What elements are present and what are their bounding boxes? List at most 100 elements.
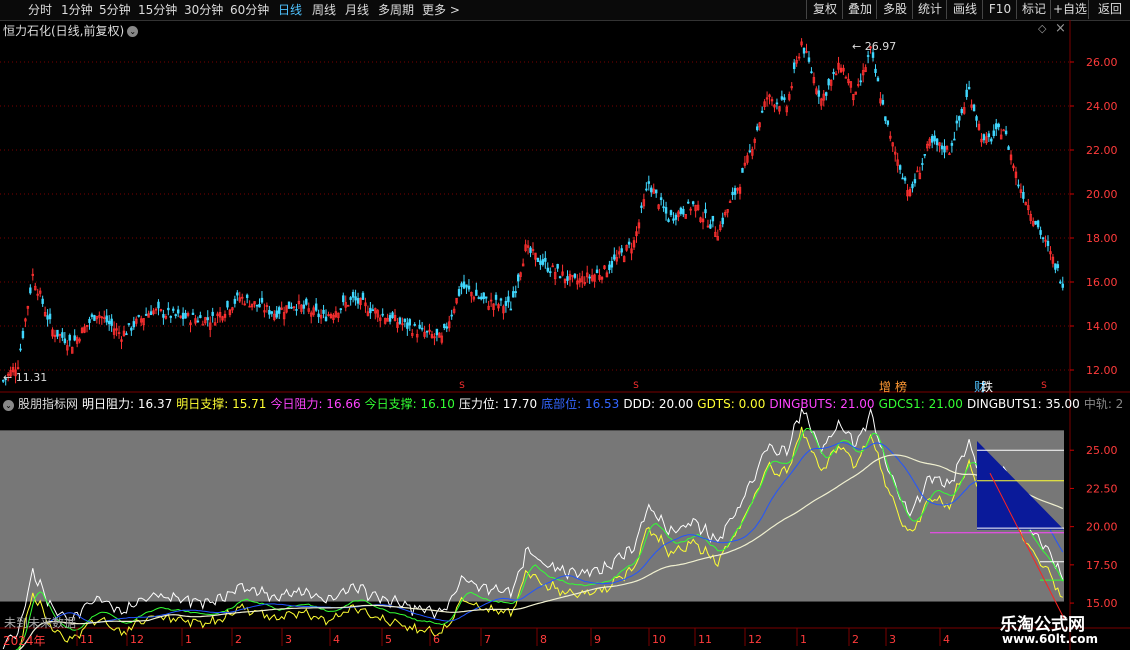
candle-body xyxy=(913,179,917,184)
candle-body xyxy=(295,309,298,311)
candle-body xyxy=(573,273,577,278)
candle-body xyxy=(930,136,934,143)
candle-body xyxy=(56,329,59,337)
candle-body xyxy=(943,146,946,153)
candle-body xyxy=(807,57,811,62)
month-label: 4 xyxy=(333,633,340,646)
candle-body xyxy=(46,315,49,320)
month-label: 6 xyxy=(433,633,440,646)
candle-body xyxy=(884,116,887,121)
candle-body xyxy=(130,327,133,331)
candle-body xyxy=(731,191,734,196)
candle-body xyxy=(206,317,209,321)
future-data-label: 未到未来数据 xyxy=(4,616,77,630)
candle-body xyxy=(940,145,944,150)
candle-body xyxy=(995,123,998,130)
month-label: 3 xyxy=(285,633,292,646)
candle-body xyxy=(196,320,200,323)
candle-body xyxy=(810,71,813,74)
candle-body xyxy=(398,317,402,324)
candle-body xyxy=(1061,283,1064,288)
candle-body xyxy=(90,314,94,317)
candle-body xyxy=(566,276,569,281)
indicator-value: 底部位: 16.53 xyxy=(541,397,620,411)
candle-body xyxy=(832,72,835,74)
event-tag: 榜 xyxy=(895,379,907,394)
candle-body xyxy=(647,181,651,184)
candle-body xyxy=(201,323,205,326)
candle-body xyxy=(903,177,907,181)
candle-body xyxy=(613,254,616,260)
signal-marker: S xyxy=(1041,381,1047,391)
candle-body xyxy=(127,323,131,325)
candle-body xyxy=(645,188,648,191)
candle-body xyxy=(654,189,658,194)
month-label: 2 xyxy=(235,633,242,646)
candle-body xyxy=(144,314,148,316)
indicator-tick-label: 25.00 xyxy=(1086,444,1118,457)
month-label: 12 xyxy=(130,633,144,646)
candle-body xyxy=(721,217,724,225)
candle-body xyxy=(317,313,320,318)
candle-body xyxy=(921,163,924,165)
candle-body xyxy=(827,79,830,86)
candle-body xyxy=(1046,240,1050,246)
candle-body xyxy=(1039,230,1042,235)
candle-body xyxy=(1054,263,1057,270)
candle-body xyxy=(866,55,870,57)
candle-body xyxy=(105,315,108,323)
candle-body xyxy=(48,313,52,320)
candle-body xyxy=(960,108,963,114)
candle-body xyxy=(258,303,261,308)
year-label: 2024年 xyxy=(3,634,46,648)
candle-body xyxy=(275,310,278,318)
candle-body xyxy=(1059,281,1062,284)
candle-body xyxy=(351,291,355,298)
candle-body xyxy=(595,269,599,274)
price-tick-label: 22.00 xyxy=(1086,144,1118,157)
month-label: 1 xyxy=(185,633,192,646)
candle-body xyxy=(125,333,128,336)
candle-body xyxy=(73,335,76,341)
price-tick-label: 20.00 xyxy=(1086,188,1118,201)
candle-body xyxy=(958,116,961,121)
candle-body xyxy=(381,313,384,316)
candlesticks xyxy=(2,38,1064,386)
candle-body xyxy=(953,138,956,141)
candle-body xyxy=(305,298,308,305)
candle-body xyxy=(467,285,471,290)
candle-body xyxy=(741,168,744,173)
candle-body xyxy=(435,328,439,336)
candle-body xyxy=(901,177,904,180)
candle-body xyxy=(342,295,345,303)
candle-body xyxy=(950,143,954,146)
candle-body xyxy=(509,308,513,311)
candle-body xyxy=(480,296,483,300)
candle-body xyxy=(482,292,485,300)
candle-body xyxy=(674,214,678,220)
indicator-value: 今日支撑: 16.10 xyxy=(364,397,455,411)
candle-body xyxy=(898,165,902,170)
candle-body xyxy=(475,289,478,296)
candle-body xyxy=(546,267,549,272)
candle-body xyxy=(88,319,91,323)
candle-body xyxy=(650,187,653,193)
chevron-down-icon[interactable]: ⌄ xyxy=(3,400,14,411)
candle-body xyxy=(544,257,547,262)
candle-body xyxy=(477,297,481,299)
candle-body xyxy=(802,47,806,54)
candle-body xyxy=(672,218,675,221)
candle-body xyxy=(443,323,446,328)
candle-body xyxy=(245,294,249,298)
candle-body xyxy=(704,209,707,214)
candle-body xyxy=(420,327,424,330)
candle-body xyxy=(29,287,32,294)
candle-body xyxy=(484,296,488,299)
candle-body xyxy=(21,330,25,339)
candle-body xyxy=(61,332,64,338)
month-label: 7 xyxy=(484,633,491,646)
candle-body xyxy=(369,307,372,314)
candle-body xyxy=(93,315,96,321)
candle-body xyxy=(549,271,552,274)
candle-body xyxy=(181,312,185,320)
